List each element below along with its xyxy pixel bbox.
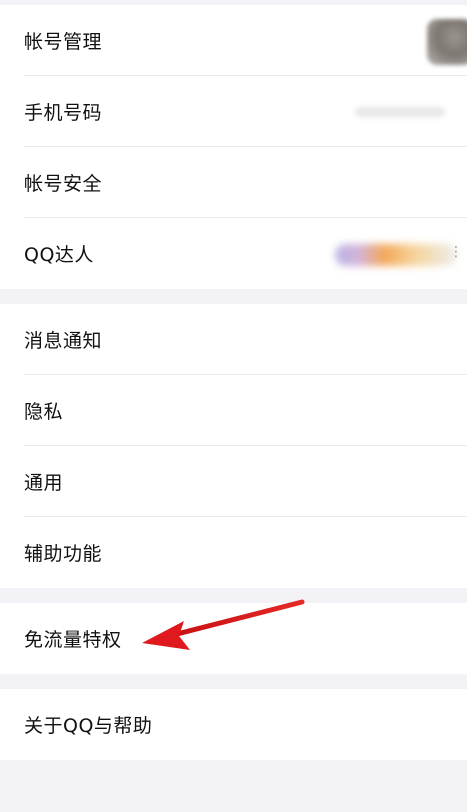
accessibility-label: 辅助功能 xyxy=(24,543,103,565)
notifications-row[interactable]: 消息通知 xyxy=(0,304,467,375)
qq-daren-row[interactable]: QQ达人 ⋮ xyxy=(0,218,467,289)
general-group: 消息通知 隐私 通用 辅助功能 xyxy=(0,304,467,588)
accessibility-row[interactable]: 辅助功能 xyxy=(0,517,467,588)
notifications-label: 消息通知 xyxy=(24,330,103,352)
free-data-row[interactable]: 免流量特权 xyxy=(0,603,467,674)
phone-number-row[interactable]: 手机号码 xyxy=(0,76,467,147)
about-help-row[interactable]: 关于QQ与帮助 xyxy=(0,689,467,760)
settings-page: 帐号管理 手机号码 帐号安全 QQ达人 ⋮ 消息通知 隐私 通用 辅助功能 免流… xyxy=(0,0,467,812)
traffic-group: 免流量特权 xyxy=(0,603,467,674)
account-security-row[interactable]: 帐号安全 xyxy=(0,147,467,218)
qq-daren-badges-blurred xyxy=(335,244,457,266)
account-management-label: 帐号管理 xyxy=(24,31,103,53)
account-group: 帐号管理 手机号码 帐号安全 QQ达人 ⋮ xyxy=(0,5,467,289)
phone-number-value-blurred xyxy=(355,107,445,117)
kebab-icon: ⋮ xyxy=(449,244,463,260)
general-row[interactable]: 通用 xyxy=(0,446,467,517)
avatar xyxy=(427,19,467,65)
phone-number-label: 手机号码 xyxy=(24,102,103,124)
general-label: 通用 xyxy=(24,472,64,494)
account-management-row[interactable]: 帐号管理 xyxy=(0,5,467,76)
privacy-row[interactable]: 隐私 xyxy=(0,375,467,446)
qq-daren-label: QQ达人 xyxy=(24,244,94,266)
privacy-label: 隐私 xyxy=(24,401,64,423)
account-security-label: 帐号安全 xyxy=(24,173,103,195)
free-data-label: 免流量特权 xyxy=(24,629,122,651)
about-help-label: 关于QQ与帮助 xyxy=(24,715,153,737)
about-group: 关于QQ与帮助 xyxy=(0,689,467,760)
